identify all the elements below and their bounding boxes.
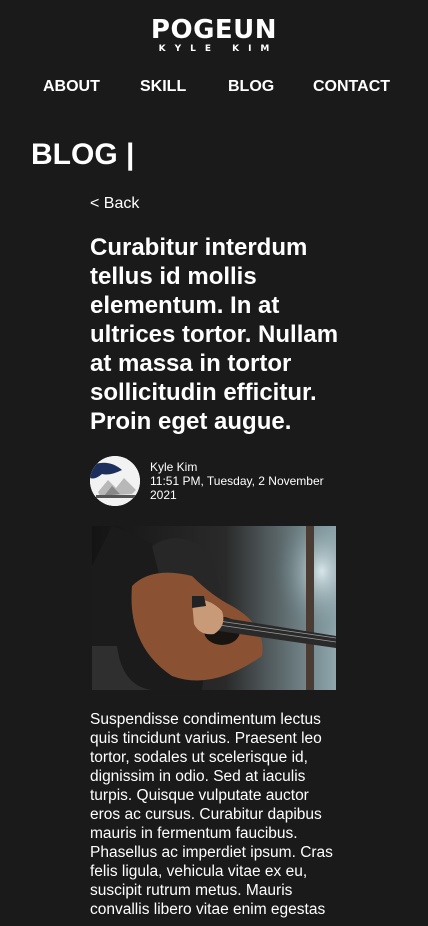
author-avatar-icon [90, 456, 140, 506]
nav-item-about[interactable]: ABOUT [43, 77, 100, 97]
site-logo[interactable]: POGEUN KYLE KIM [0, 16, 428, 54]
post-body: Suspendisse condimentum lectus quis tinc… [90, 711, 333, 918]
nav-item-blog[interactable]: BLOG [228, 77, 274, 97]
post-author: Kyle Kim [150, 460, 198, 474]
main-nav: ABOUT SKILL BLOG CONTACT [0, 77, 428, 97]
guitar-photo [92, 526, 336, 690]
post-date: 11:51 PM, Tuesday, 2 November 2021 [150, 474, 324, 502]
post-hero-image [92, 526, 336, 690]
page-title: BLOG | [31, 138, 135, 171]
nav-item-skill[interactable]: SKILL [140, 77, 186, 97]
logo-subtitle: KYLE KIM [158, 44, 279, 54]
author-avatar [90, 456, 140, 506]
post-title: Curabitur interdum tellus id mollis elem… [90, 234, 339, 435]
back-link[interactable]: < Back [90, 194, 139, 214]
nav-item-contact[interactable]: CONTACT [313, 77, 390, 97]
logo-title: POGEUN [150, 15, 278, 45]
